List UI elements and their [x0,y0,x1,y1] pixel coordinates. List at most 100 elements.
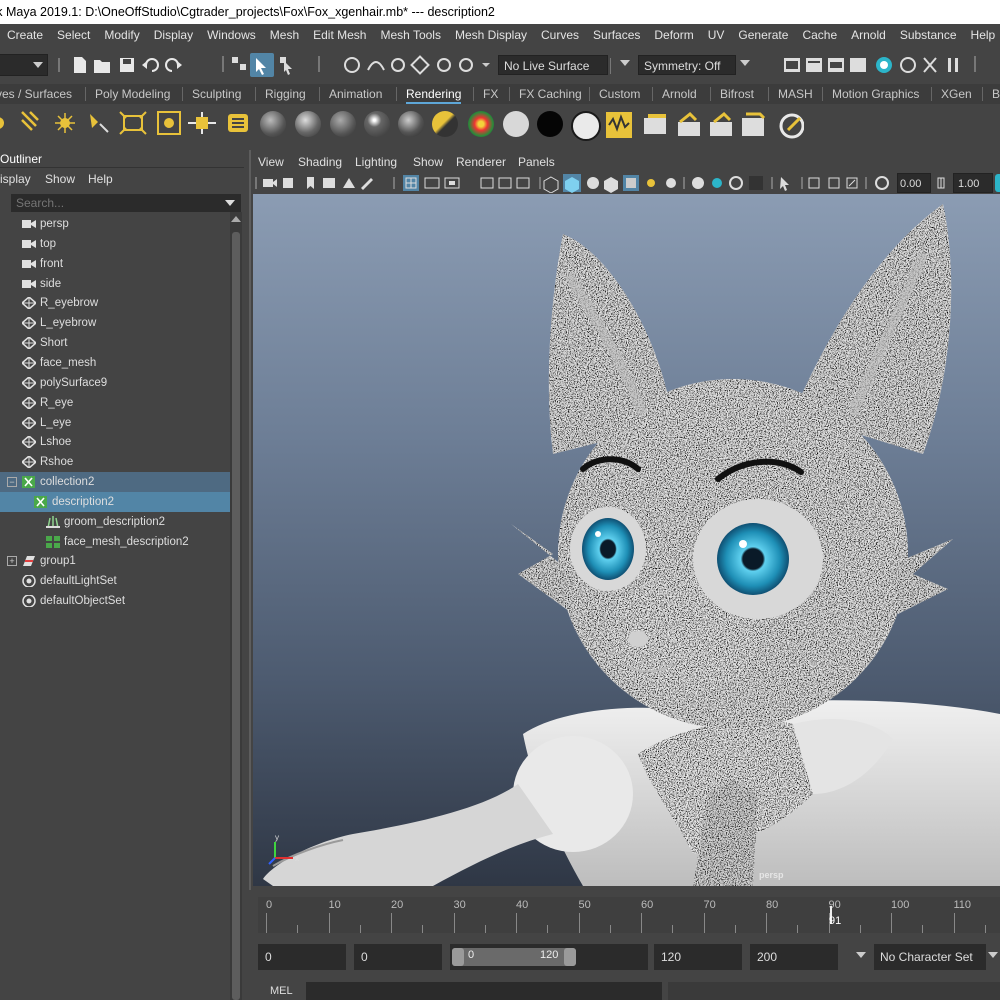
outliner-item[interactable]: face_mesh [0,353,230,373]
menu-select[interactable]: Select [50,24,97,46]
range-start-handle[interactable] [452,948,464,966]
shelf-tab-rves-surfaces[interactable]: rves / Surfaces [0,84,72,104]
3d-viewport[interactable]: y x persp [253,194,1000,886]
command-language-label[interactable]: MEL [270,985,293,997]
outliner-item[interactable]: side [0,274,230,294]
menu-deform[interactable]: Deform [647,24,700,46]
outliner-menu-show[interactable]: Show [45,172,75,186]
outliner-item[interactable]: face_mesh_description2 [0,532,230,552]
layered-shader-icon[interactable] [432,111,458,137]
shelf-tab-rendering[interactable]: Rendering [406,84,462,104]
viewport-menu-shading[interactable]: Shading [298,155,342,169]
shelf-tab-mash[interactable]: MASH [778,84,813,104]
playback-start-field[interactable]: 0 [354,944,442,970]
blinn-material-icon[interactable] [295,111,321,137]
mel-input[interactable] [306,982,662,1000]
outliner-search-input[interactable] [11,194,241,212]
outliner-item[interactable]: group1 + [0,551,230,571]
gamma-field[interactable]: 1.00 [953,173,993,193]
outliner-item[interactable]: Lshoe [0,432,230,452]
shelf-tab-motion-graphics[interactable]: Motion Graphics [832,84,919,104]
shelf-tab-fx[interactable]: FX [483,84,498,104]
phong-material-icon[interactable] [330,111,356,137]
menu-windows[interactable]: Windows [200,24,263,46]
shelf-tab-sculpting[interactable]: Sculpting [192,84,241,104]
menu-mesh[interactable]: Mesh [263,24,306,46]
outliner-item[interactable]: defaultLightSet [0,571,230,591]
animation-end-field[interactable]: 200 [750,944,838,970]
shelf-tab-bifrost[interactable]: Bifrost [720,84,754,104]
gamma-icon[interactable] [935,176,949,190]
playback-end-field[interactable]: 120 [654,944,742,970]
surface-shader-white-icon[interactable] [503,111,529,137]
outliner-scrollbar-thumb[interactable] [232,232,240,1000]
viewport-menu-renderer[interactable]: Renderer [456,155,506,169]
shelf-tab-xgen[interactable]: XGen [941,84,972,104]
exposure-field[interactable]: 0.00 [897,173,931,193]
ramp-shader-icon[interactable] [468,111,494,137]
range-slider[interactable]: 0 120 [450,944,648,970]
shelf-tab-b[interactable]: B [992,84,1000,104]
outliner-menu-help[interactable]: Help [88,172,113,186]
view-transform-icon[interactable] [995,174,1000,192]
shelf-tab-arnold[interactable]: Arnold [662,84,697,104]
menu-create[interactable]: Create [0,24,50,46]
viewport-menu-lighting[interactable]: Lighting [355,155,397,169]
scroll-up-icon[interactable] [231,216,241,223]
menu-surfaces[interactable]: Surfaces [586,24,647,46]
outliner-item[interactable]: Short [0,333,230,353]
outliner-item[interactable]: R_eye [0,393,230,413]
character-set-dropdown[interactable]: No Character Set [874,944,986,970]
menu-generate[interactable]: Generate [731,24,795,46]
menu-curves[interactable]: Curves [534,24,586,46]
outliner-item[interactable]: description2 [0,491,230,512]
outliner-item[interactable]: L_eye [0,413,230,433]
menu-mesh-tools[interactable]: Mesh Tools [373,24,447,46]
menu-mesh-display[interactable]: Mesh Display [448,24,534,46]
menu-display[interactable]: Display [147,24,200,46]
outliner-item[interactable]: polySurface9 [0,373,230,393]
outliner-item[interactable]: persp [0,214,230,234]
time-slider[interactable]: 0 10 20 30 40 50 60 70 80 90 100 110 [258,897,1000,933]
shelf-tab-poly-modeling[interactable]: Poly Modeling [95,84,170,104]
viewport-menu-show[interactable]: Show [413,155,443,169]
outliner-item[interactable]: R_eyebrow [0,293,230,313]
current-frame-marker[interactable]: 91 [827,898,841,934]
outliner-item[interactable]: defaultObjectSet [0,591,230,611]
outliner-item[interactable]: L_eyebrow [0,313,230,333]
chevron-down-icon[interactable] [856,952,866,960]
lambert-material-icon[interactable] [260,111,286,137]
use-background-icon[interactable] [571,111,601,141]
menu-cache[interactable]: Cache [795,24,844,46]
menu-arnold[interactable]: Arnold [844,24,893,46]
outliner-menu-display[interactable]: isplay [0,172,31,186]
shelf-tab-fx-caching[interactable]: FX Caching [519,84,582,104]
chevron-down-icon[interactable] [988,952,998,960]
menu-set-dropdown[interactable] [0,54,48,76]
menu-substance[interactable]: Substance [893,24,964,46]
menu-uv[interactable]: UV [701,24,732,46]
animation-start-field[interactable]: 0 [258,944,346,970]
viewport-menu-panels[interactable]: Panels [518,155,555,169]
chevron-down-icon[interactable] [225,200,235,207]
outliner-item[interactable]: front [0,254,230,274]
viewport-menu-view[interactable]: View [258,155,284,169]
shelf-tab-rigging[interactable]: Rigging [265,84,306,104]
outliner-item[interactable]: top [0,234,230,254]
symmetry-dropdown[interactable]: Symmetry: Off [638,55,736,75]
chevron-down-icon[interactable] [740,60,750,68]
menu-help[interactable]: Help [964,24,1000,46]
live-surface-field[interactable]: No Live Surface [498,55,608,75]
outliner-item[interactable]: groom_description2 [0,512,230,532]
anisotropic-material-icon[interactable] [398,111,424,137]
collapse-icon[interactable]: − [7,477,17,488]
menu-modify[interactable]: Modify [97,24,146,46]
shelf-tab-custom[interactable]: Custom [599,84,640,104]
shelf-tab-animation[interactable]: Animation [329,84,382,104]
phonge-material-icon[interactable] [364,111,390,137]
range-end-handle[interactable] [564,948,576,966]
outliner-item[interactable]: collection2 − [0,472,230,493]
expand-icon[interactable]: + [7,556,17,567]
outliner-item[interactable]: Rshoe [0,452,230,472]
chevron-down-icon[interactable] [620,60,630,68]
